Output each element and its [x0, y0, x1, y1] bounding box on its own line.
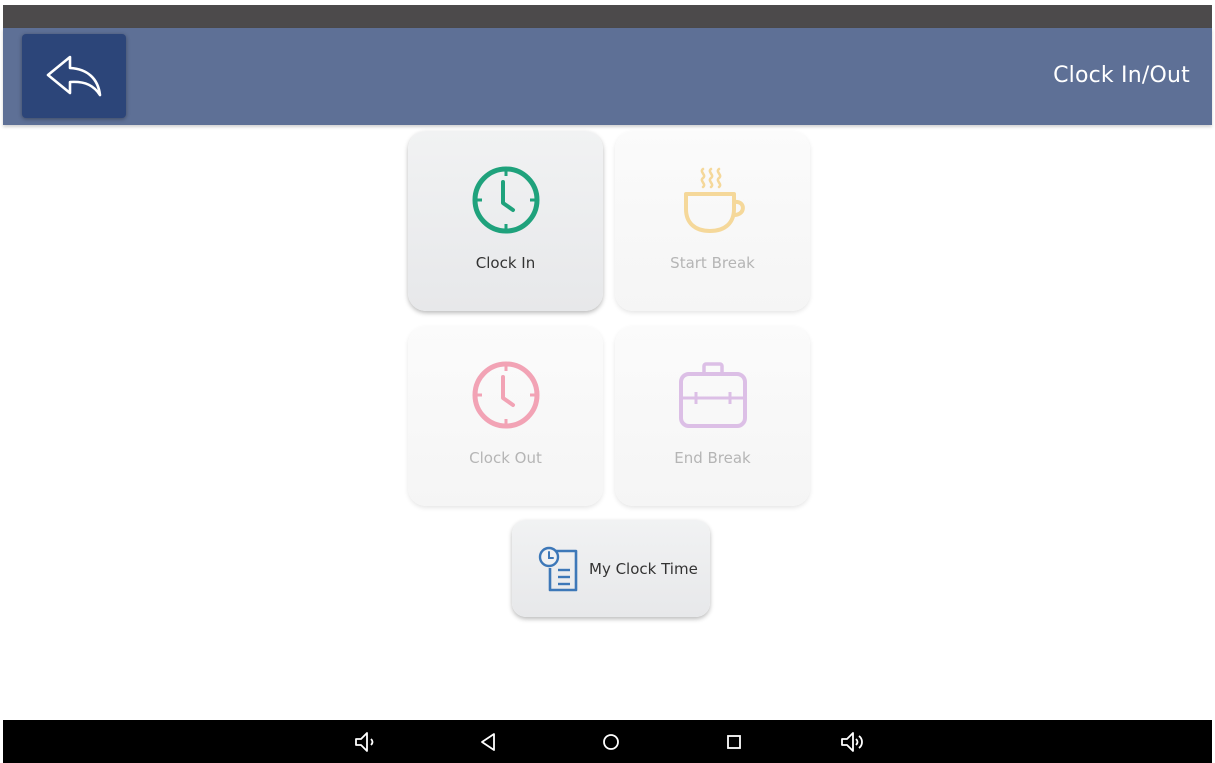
volume-up-icon[interactable]: [840, 730, 866, 754]
clock-in-button[interactable]: Clock In: [408, 131, 603, 311]
start-break-label: Start Break: [670, 254, 755, 272]
screen: Clock In/Out Clock In Start Break Clock …: [0, 0, 1215, 763]
my-clock-time-button[interactable]: My Clock Time: [512, 520, 710, 617]
end-break-button[interactable]: End Break: [615, 326, 810, 506]
clock-document-icon: [538, 546, 578, 592]
end-break-label: End Break: [674, 449, 751, 467]
clock-in-label: Clock In: [475, 254, 536, 272]
volume-down-icon[interactable]: [353, 730, 379, 754]
clock-icon: [472, 166, 540, 234]
my-clock-time-label: My Clock Time: [589, 560, 698, 578]
system-nav-bar: [3, 720, 1212, 763]
back-button[interactable]: [22, 34, 126, 118]
recents-square-icon[interactable]: [721, 730, 747, 754]
clock-out-button[interactable]: Clock Out: [408, 326, 603, 506]
reply-arrow-icon: [46, 55, 102, 97]
status-bar: [3, 5, 1212, 28]
home-circle-icon[interactable]: [598, 730, 624, 754]
clock-icon: [472, 361, 540, 429]
page-title: Clock In/Out: [1053, 63, 1190, 88]
clock-out-label: Clock Out: [469, 449, 542, 467]
back-triangle-icon[interactable]: [476, 730, 502, 754]
app-bar: Clock In/Out: [3, 28, 1212, 125]
briefcase-icon: [679, 362, 747, 428]
start-break-button[interactable]: Start Break: [615, 131, 810, 311]
coffee-cup-icon: [684, 167, 745, 233]
